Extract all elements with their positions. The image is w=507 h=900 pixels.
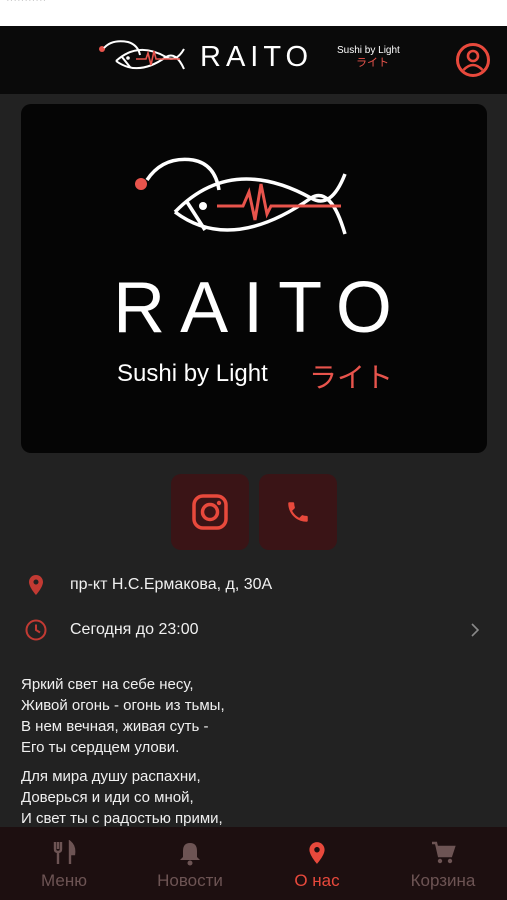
profile-icon[interactable] [455,42,491,78]
tab-about[interactable]: О нас [262,827,372,900]
header-tagline: Sushi by Light ライト [337,44,400,70]
status-text: ··········· [6,0,47,6]
status-bar: ··········· [0,0,507,26]
fish-logo-large-icon [135,157,347,235]
instagram-icon [192,494,228,530]
hero-banner: RAITO Sushi by Light ライト [21,104,487,453]
app-header: RAITO Sushi by Light ライト [0,26,507,94]
phone-icon [288,502,308,522]
fish-logo-icon [99,40,185,70]
hero-tagline: Sushi by Light [117,360,268,387]
hero-title: RAITO [113,268,407,348]
poem-line: Для мира душу распахни, [21,768,201,785]
hours-row[interactable]: Сегодня до 23:00 [0,610,507,650]
clock-icon [25,619,47,641]
tab-about-label: О нас [294,871,340,890]
fork-knife-icon [53,840,76,864]
tab-news[interactable]: Новости [135,827,245,900]
tab-cart[interactable]: Корзина [388,827,498,900]
tab-cart-label: Корзина [410,871,476,890]
bell-icon [180,843,200,866]
poem-line: Яркий свет на себе несу, [21,676,194,693]
poem-line: Его ты сердцем улови. [21,739,180,756]
address-text: пр-кт Н.С.Ермакова, д, 30А [70,576,273,593]
poem-line: Доверься и иди со мной, [21,789,194,806]
header-brand: RAITO [200,40,314,73]
location-pin-icon [29,575,43,595]
poem-stanza-1: Яркий свет на себе несу, Живой огонь - о… [21,674,481,758]
chevron-right-icon[interactable] [468,623,482,637]
header-tagline-jp: ライト [356,57,389,69]
hero-tagline-jp: ライト [309,362,394,393]
address-row[interactable]: пр-кт Н.С.Ермакова, д, 30А [0,565,507,605]
cart-icon [432,841,456,864]
tab-menu-label: Меню [41,871,87,890]
poem-line: В нем вечная, живая суть - [21,718,209,735]
poem-stanza-2: Для мира душу распахни, Доверься и иди с… [21,766,481,829]
bottom-tab-bar: Меню Новости О нас Корзина [0,827,507,900]
poem-line: Живой огонь - огонь из тьмы, [21,697,225,714]
tab-menu[interactable]: Меню [9,827,119,900]
header-tagline-text: Sushi by Light [337,45,400,56]
tab-news-label: Новости [157,871,223,890]
map-pin-icon [309,842,325,864]
call-button[interactable] [259,474,337,550]
header-logo[interactable]: RAITO [98,39,313,75]
instagram-button[interactable] [171,474,249,550]
hours-text: Сегодня до 23:00 [70,621,199,638]
poem-line: И свет ты с радостью прими, [21,810,223,827]
